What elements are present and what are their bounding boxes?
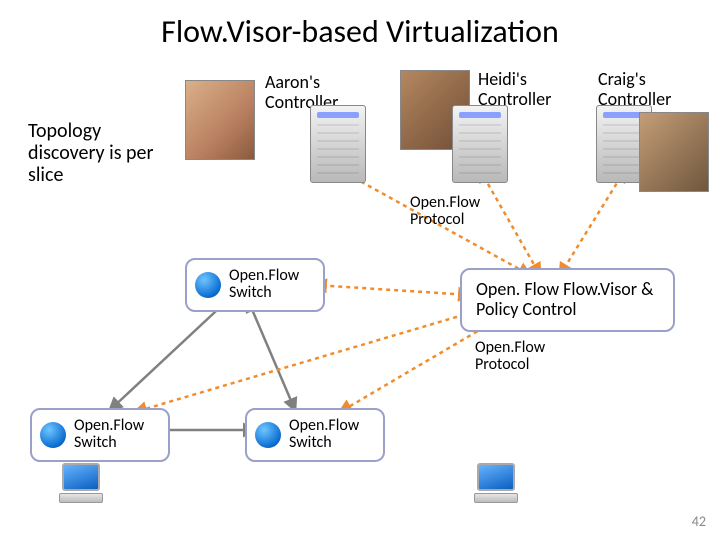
annotation-topology: Topology discovery is per slice [28, 120, 178, 186]
globe-icon [40, 422, 66, 448]
label-switch-right: Open.Flow Switch [289, 418, 371, 452]
page-number: 42 [692, 513, 706, 530]
pc-icon-right [470, 463, 522, 509]
label-flowvisor: Open. Flow Flow.Visor & Policy Control [476, 278, 653, 320]
label-heidi-controller: Heidi's Controller [478, 70, 578, 110]
photo-aaron [185, 80, 255, 160]
label-switch-left: Open.Flow Switch [74, 418, 156, 452]
server-heidi [452, 105, 508, 183]
label-openflow-protocol-lower: Open.Flow Protocol [475, 340, 565, 374]
label-switch-top: Open.Flow Switch [229, 268, 311, 302]
box-switch-left: Open.Flow Switch [30, 408, 170, 462]
server-aaron [310, 105, 366, 183]
label-craig-controller: Craig's Controller [598, 70, 698, 110]
globe-icon [255, 422, 281, 448]
pc-icon-left [55, 463, 107, 509]
globe-icon [195, 272, 221, 298]
label-openflow-protocol-upper: Open.Flow Protocol [410, 195, 500, 229]
box-switch-right: Open.Flow Switch [245, 408, 385, 462]
slide-title: Flow.Visor-based Virtualization [0, 12, 720, 51]
box-flowvisor: Open. Flow Flow.Visor & Policy Control [460, 268, 675, 332]
photo-craig [639, 112, 709, 192]
box-switch-top: Open.Flow Switch [185, 258, 325, 312]
